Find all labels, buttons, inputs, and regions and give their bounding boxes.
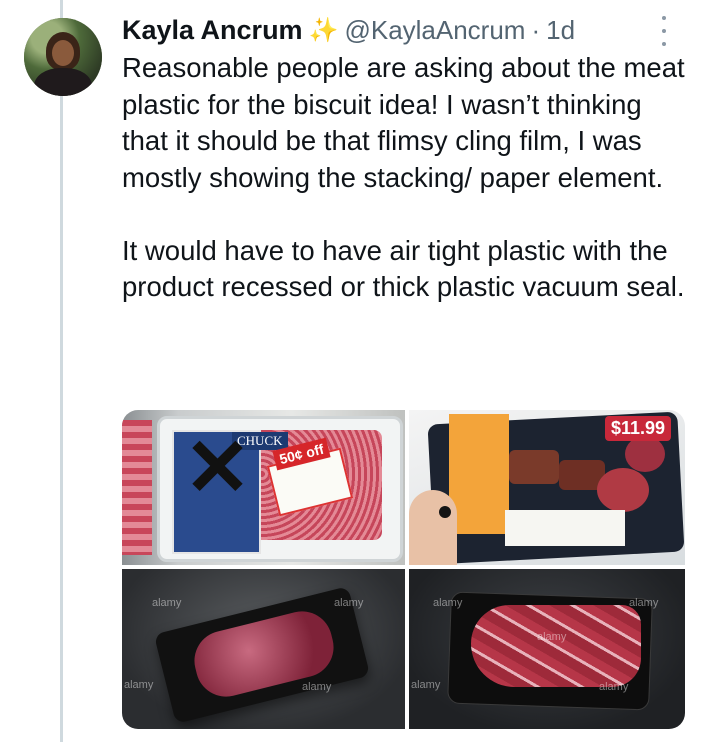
author-handle[interactable]: @KaylaAncrum — [344, 15, 525, 46]
media-image-meat-package[interactable]: $11.99 — [409, 410, 685, 565]
watermark: alamy — [433, 597, 463, 609]
separator-dot: · — [531, 14, 541, 45]
more-options-icon[interactable] — [654, 16, 674, 46]
tweet-header: Kayla Ancrum ✨ @KaylaAncrum · 1d — [122, 12, 575, 48]
watermark: alamy — [124, 679, 154, 691]
price-tag: $11.99 — [605, 416, 672, 441]
avatar[interactable] — [24, 18, 102, 96]
tweet-paragraph: Reasonable people are asking about the m… — [122, 52, 685, 193]
thread-line — [60, 0, 63, 742]
watermark: alamy — [411, 679, 441, 691]
media-grid: CHUCK ✕ 50¢ off $11.99 alamy alamy alamy… — [122, 410, 685, 729]
author-name[interactable]: Kayla Ancrum — [122, 15, 303, 46]
watermark: alamy — [302, 681, 332, 693]
media-image-ground-chuck[interactable]: CHUCK ✕ 50¢ off — [122, 410, 405, 565]
timestamp[interactable]: 1d — [546, 15, 575, 46]
media-image-vacuum-tray[interactable]: alamy alamy alamy alamy — [122, 569, 405, 729]
tweet-text: Reasonable people are asking about the m… — [122, 50, 694, 306]
watermark: alamy — [629, 597, 659, 609]
media-image-ribeye-tray[interactable]: alamy alamy alamy alamy alamy — [409, 569, 685, 729]
tweet-paragraph: It would have to have air tight plastic … — [122, 234, 685, 303]
watermark: alamy — [334, 597, 364, 609]
x-mark-icon: ✕ — [184, 423, 252, 512]
watermark: alamy — [599, 681, 629, 693]
watermark: alamy — [152, 597, 182, 609]
watermark: alamy — [537, 631, 567, 643]
sparkles-icon: ✨ — [308, 16, 339, 44]
